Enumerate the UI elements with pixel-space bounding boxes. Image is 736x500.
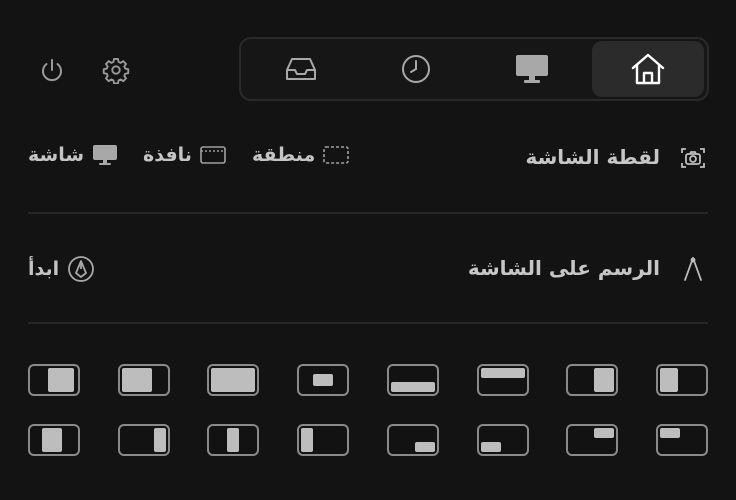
tile-fill [660, 368, 678, 392]
layout-center-third[interactable] [207, 424, 259, 456]
tile-fill [48, 368, 74, 392]
screenshot-label: لقطة الشاشة [525, 145, 660, 169]
tab-inbox[interactable] [245, 41, 357, 97]
capture-screen-label: شاشة [28, 144, 85, 166]
layout-maximize[interactable] [207, 364, 259, 396]
capture-window-label: نافذة [143, 144, 192, 166]
camera-icon [681, 148, 705, 168]
gear-icon [102, 57, 130, 84]
capture-region-label: منطقة [252, 144, 316, 166]
tile-fill [481, 368, 525, 378]
layout-top-left-quarter[interactable] [656, 424, 708, 456]
drawing-label: الرسم على الشاشة [467, 256, 660, 280]
layout-left-third[interactable] [297, 424, 349, 456]
capture-screen-option[interactable]: شاشة [28, 144, 118, 166]
layout-left-half-inset[interactable] [118, 364, 170, 396]
drawing-start-label: ابدأ [28, 258, 60, 280]
layout-top-half[interactable] [477, 364, 529, 396]
tile-fill [301, 428, 313, 452]
screenshot-section-icon [680, 146, 706, 170]
tab-history[interactable] [360, 41, 472, 97]
layout-left-narrow[interactable] [656, 364, 708, 396]
tile-fill [594, 428, 614, 438]
tile-fill [154, 428, 166, 452]
layout-top-right-quarter[interactable] [566, 424, 618, 456]
settings-button[interactable] [100, 54, 132, 86]
tab-display[interactable] [476, 41, 588, 97]
dashed-region-icon [323, 145, 350, 165]
layout-left-third-inset[interactable] [28, 424, 80, 456]
layout-center-small[interactable] [297, 364, 349, 396]
compass-icon [684, 257, 702, 281]
tile-fill [481, 442, 501, 452]
monitor-icon [516, 55, 548, 83]
capture-window-option[interactable]: نافذة [143, 144, 226, 166]
tile-fill [42, 428, 62, 452]
tray-icon [286, 58, 316, 80]
tile-fill [211, 368, 255, 392]
divider-2 [28, 322, 708, 324]
pen-nib-icon [67, 255, 95, 283]
layout-right-third[interactable] [118, 424, 170, 456]
tab-home[interactable] [592, 41, 704, 97]
drawing-start-button[interactable]: ابدأ [28, 255, 95, 283]
drawing-section-icon [682, 256, 704, 282]
layout-left-half[interactable] [28, 364, 80, 396]
power-icon [42, 59, 62, 82]
capture-region-option[interactable]: منطقة [252, 144, 350, 166]
tile-fill [594, 368, 614, 392]
tile-fill [313, 374, 333, 386]
layout-bottom-right-quarter[interactable] [387, 424, 439, 456]
tile-fill [660, 428, 680, 438]
layout-bottom-left-quarter[interactable] [477, 424, 529, 456]
divider-1 [28, 212, 708, 214]
clock-icon [402, 55, 430, 83]
home-icon [631, 53, 665, 85]
layout-right-half[interactable] [566, 364, 618, 396]
tile-fill [415, 442, 435, 452]
layout-bottom-half[interactable] [387, 364, 439, 396]
power-button[interactable] [36, 56, 68, 86]
tile-fill [122, 368, 152, 392]
tile-fill [391, 382, 435, 392]
monitor-icon [92, 144, 118, 166]
window-icon [200, 145, 226, 165]
tile-fill [227, 428, 239, 452]
